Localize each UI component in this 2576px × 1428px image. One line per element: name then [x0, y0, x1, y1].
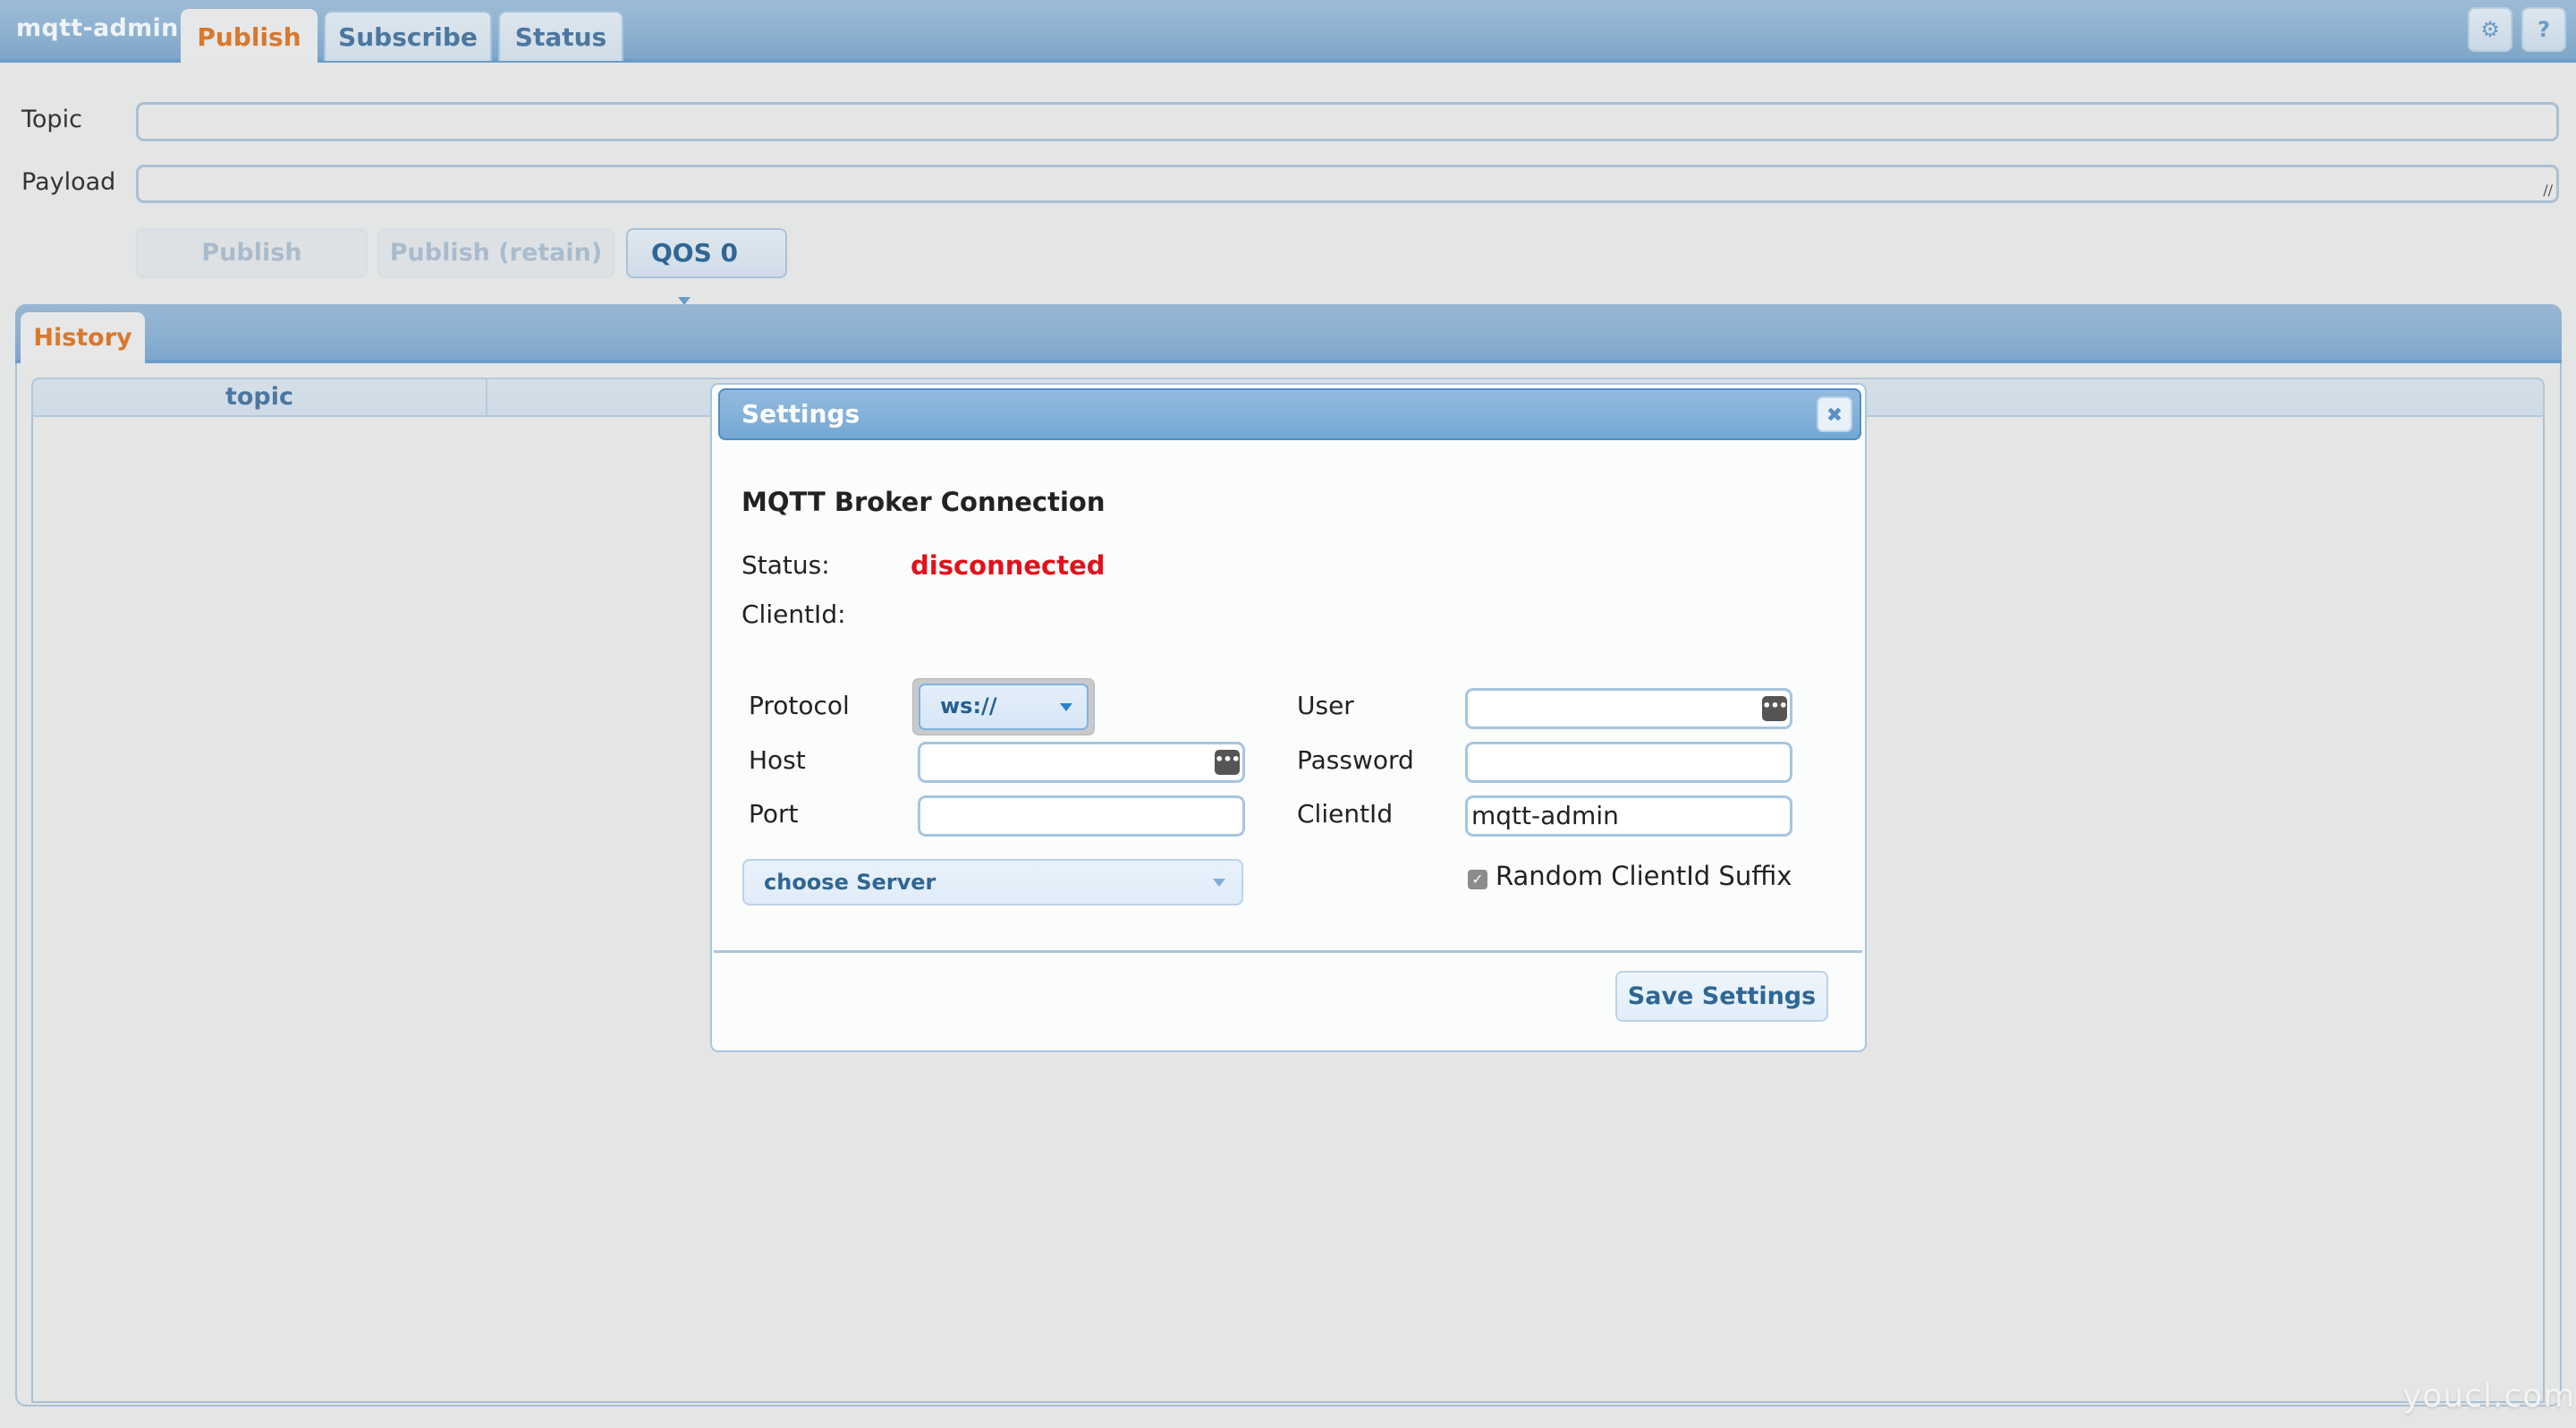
password-input[interactable]: [1465, 742, 1792, 783]
close-icon: ✖: [1826, 404, 1843, 427]
topic-input[interactable]: [136, 102, 2559, 141]
port-input[interactable]: [918, 795, 1245, 837]
payload-label: Payload: [21, 168, 116, 196]
status-label: Status:: [741, 550, 830, 580]
status-badge: disconnected: [911, 550, 1106, 581]
clientid-info-label: ClientId:: [741, 599, 846, 629]
save-settings-button[interactable]: Save Settings: [1615, 971, 1828, 1022]
tab-history[interactable]: History: [21, 312, 145, 367]
qos-select[interactable]: QOS 0: [626, 228, 787, 305]
watermark: youcl.com: [2402, 1378, 2576, 1415]
choose-server-select[interactable]: choose Server: [742, 859, 1243, 905]
tab-publish[interactable]: Publish: [181, 9, 318, 64]
host-label: Host: [749, 745, 806, 775]
keychain-icon[interactable]: •••: [1215, 750, 1241, 775]
clientid-label: ClientId: [1297, 799, 1394, 829]
password-label: Password: [1297, 745, 1414, 775]
port-label: Port: [749, 799, 799, 829]
resize-handle-icon[interactable]: ∕∕: [2543, 182, 2553, 199]
gear-icon: ⚙: [2480, 17, 2500, 42]
dialog-title: Settings: [741, 399, 860, 429]
qos-value: QOS 0: [651, 238, 739, 268]
help-icon: ?: [2538, 17, 2550, 42]
payload-textarea[interactable]: ∕∕: [136, 165, 2559, 203]
user-label: User: [1297, 691, 1354, 720]
dialog-divider: [714, 950, 1862, 953]
keychain-icon[interactable]: •••: [1762, 696, 1788, 721]
choose-server-label: choose Server: [764, 870, 936, 895]
protocol-value: ws://: [940, 693, 997, 718]
dialog-titlebar[interactable]: [718, 388, 1861, 440]
random-suffix-label[interactable]: Random ClientId Suffix: [1496, 861, 1792, 891]
protocol-label: Protocol: [749, 691, 850, 720]
user-input[interactable]: •••: [1465, 688, 1792, 729]
history-tab-bar: [15, 304, 2562, 363]
settings-button[interactable]: ⚙: [2468, 7, 2512, 52]
clientid-input[interactable]: mqtt-admin: [1465, 795, 1792, 837]
broker-heading: MQTT Broker Connection: [741, 487, 1106, 517]
publish-retain-button[interactable]: Publish (retain): [377, 228, 614, 278]
tab-status[interactable]: Status: [498, 11, 623, 61]
chevron-down-icon: [1213, 879, 1225, 887]
chevron-down-icon: [1060, 703, 1072, 711]
protocol-select[interactable]: ws://: [919, 684, 1089, 730]
app-title: mqtt-admin: [16, 14, 179, 42]
tab-subscribe[interactable]: Subscribe: [324, 11, 492, 61]
publish-button[interactable]: Publish: [136, 228, 368, 278]
topic-label: Topic: [21, 106, 82, 133]
host-input[interactable]: •••: [918, 742, 1245, 783]
dialog-close-button[interactable]: ✖: [1817, 396, 1852, 432]
random-suffix-checkbox[interactable]: ✓: [1468, 870, 1487, 889]
column-header-topic[interactable]: topic: [33, 379, 487, 415]
clientid-value: mqtt-admin: [1471, 801, 1619, 830]
help-button[interactable]: ?: [2521, 7, 2566, 52]
